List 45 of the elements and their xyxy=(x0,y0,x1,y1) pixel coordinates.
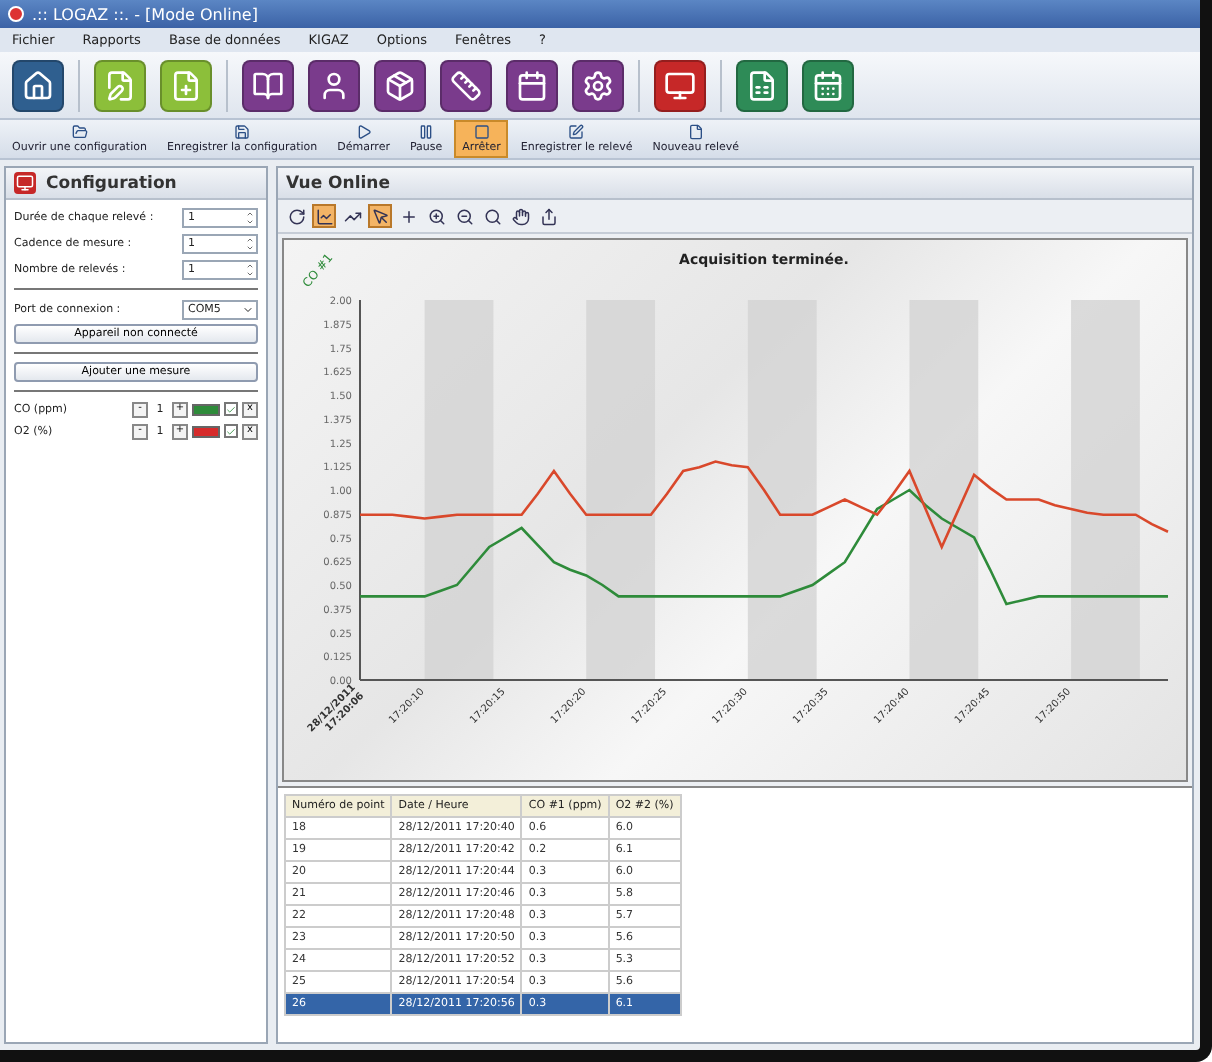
hand-icon[interactable] xyxy=(508,204,532,228)
add-document-icon[interactable] xyxy=(160,59,212,111)
calendar-icon[interactable] xyxy=(802,59,854,111)
zoom-icon[interactable] xyxy=(480,204,504,228)
calendar-icon[interactable] xyxy=(506,59,558,111)
folder-icon xyxy=(71,124,88,140)
refresh-icon xyxy=(287,207,305,225)
line-chart-icon[interactable] xyxy=(312,204,336,228)
color-swatch[interactable] xyxy=(192,425,220,437)
monitor-icon xyxy=(14,172,36,194)
document-icon xyxy=(687,124,704,140)
crosshair-icon xyxy=(399,207,417,225)
play-icon xyxy=(355,124,372,140)
export-icon[interactable] xyxy=(536,204,560,228)
zoom-in-icon[interactable] xyxy=(424,204,448,228)
line-chart-icon xyxy=(315,207,333,225)
edit-icon xyxy=(568,124,585,140)
zoom-icon xyxy=(483,207,501,225)
box-icon[interactable] xyxy=(374,59,426,111)
user-icon[interactable] xyxy=(308,59,360,111)
checkbox[interactable] xyxy=(224,424,238,438)
zoom-out-icon[interactable] xyxy=(452,204,476,228)
trend-icon xyxy=(343,207,361,225)
export-icon xyxy=(539,207,557,225)
app-icon xyxy=(8,6,24,22)
home-icon[interactable] xyxy=(12,59,64,111)
color-swatch[interactable] xyxy=(192,403,220,415)
zoom-out-icon xyxy=(455,207,473,225)
pause-icon xyxy=(418,124,435,140)
settings-icon[interactable] xyxy=(572,59,624,111)
save-icon xyxy=(234,124,251,140)
window-title: .:: LOGAZ ::. - [Mode Online] xyxy=(32,5,258,23)
stop-icon xyxy=(473,124,490,140)
refresh-icon[interactable] xyxy=(284,204,308,228)
monitor-icon[interactable] xyxy=(654,59,706,111)
pointer-icon[interactable] xyxy=(368,204,392,228)
zoom-in-icon xyxy=(427,207,445,225)
notebook-icon[interactable] xyxy=(242,59,294,111)
panel-title: Vue Online xyxy=(286,173,390,193)
spreadsheet-icon[interactable] xyxy=(736,59,788,111)
panel-title: Configuration xyxy=(46,173,177,193)
checkbox[interactable] xyxy=(224,402,238,416)
hand-icon xyxy=(511,207,529,225)
edit-document-icon[interactable] xyxy=(94,59,146,111)
pointer-icon xyxy=(371,207,389,225)
